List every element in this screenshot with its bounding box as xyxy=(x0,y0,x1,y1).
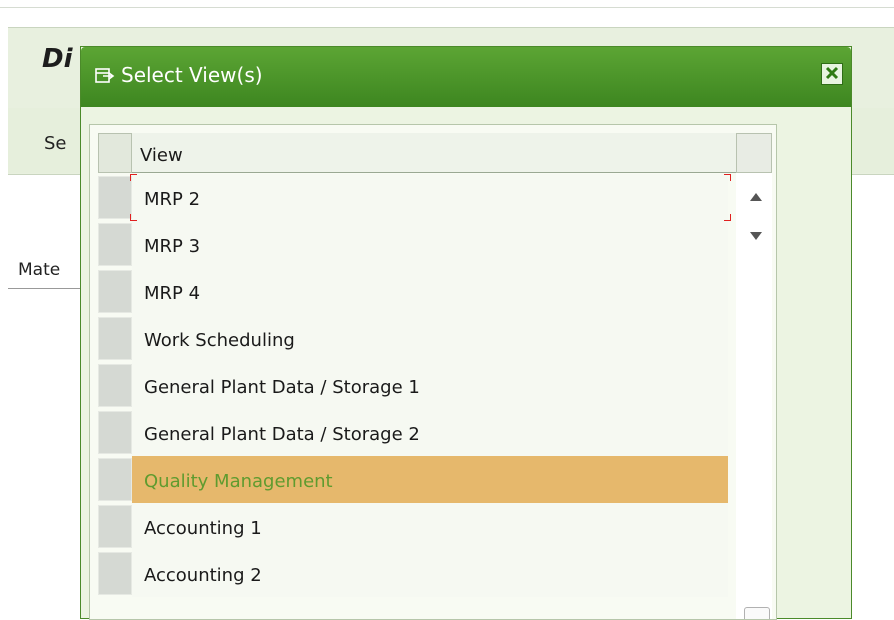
select-views-dialog: Select View(s) View MRP 2 MRP 3 MRP 4 Wo… xyxy=(80,46,852,620)
scrollbar-thumb[interactable] xyxy=(744,607,770,619)
triangle-up-icon xyxy=(750,186,762,205)
background-page-title: Di xyxy=(42,44,73,74)
background-field-underline xyxy=(8,288,88,289)
focus-corner-mark xyxy=(724,174,731,181)
focus-corner-mark xyxy=(724,214,731,221)
row-label[interactable]: Accounting 2 xyxy=(132,550,728,597)
row-label[interactable]: MRP 4 xyxy=(132,268,728,315)
row-selector[interactable] xyxy=(98,411,132,454)
focus-corner-mark xyxy=(130,174,137,181)
row-selector[interactable] xyxy=(98,505,132,548)
close-icon xyxy=(825,65,839,84)
column-settings-button[interactable] xyxy=(736,133,772,173)
row-selector[interactable] xyxy=(98,176,132,219)
row-label[interactable]: General Plant Data / Storage 1 xyxy=(132,362,728,409)
row-selector[interactable] xyxy=(98,364,132,407)
select-all-button[interactable] xyxy=(98,133,132,173)
dialog-title: Select View(s) xyxy=(121,63,263,87)
focus-corner-mark xyxy=(130,214,137,221)
column-header-view[interactable]: View xyxy=(132,133,736,173)
table-row[interactable]: MRP 2 xyxy=(90,174,776,221)
top-divider xyxy=(0,7,894,8)
table-row[interactable]: MRP 4 xyxy=(90,268,776,315)
dialog-titlebar[interactable]: Select View(s) xyxy=(81,47,851,107)
row-label[interactable]: Quality Management xyxy=(132,456,728,503)
row-selector[interactable] xyxy=(98,458,132,501)
row-selector[interactable] xyxy=(98,270,132,313)
row-label[interactable]: Work Scheduling xyxy=(132,315,728,362)
row-label[interactable]: MRP 3 xyxy=(132,221,728,268)
row-label[interactable]: General Plant Data / Storage 2 xyxy=(132,409,728,456)
row-selector[interactable] xyxy=(98,223,132,266)
background-field-label: Mate xyxy=(18,260,61,280)
triangle-down-icon xyxy=(750,225,762,244)
views-table: View MRP 2 MRP 3 MRP 4 Work Scheduling G… xyxy=(89,124,777,620)
table-row[interactable]: Quality Management xyxy=(90,456,776,503)
table-row[interactable]: Accounting 2 xyxy=(90,550,776,597)
row-label[interactable]: MRP 2 xyxy=(132,174,728,221)
scroll-up-button[interactable] xyxy=(746,187,766,203)
select-view-icon xyxy=(95,67,115,85)
row-selector[interactable] xyxy=(98,552,132,595)
row-label[interactable]: Accounting 1 xyxy=(132,503,728,550)
table-row[interactable]: Work Scheduling xyxy=(90,315,776,362)
scroll-down-button[interactable] xyxy=(746,226,766,242)
table-row[interactable]: MRP 3 xyxy=(90,221,776,268)
row-selector[interactable] xyxy=(98,317,132,360)
background-toolbar-button[interactable]: Se xyxy=(44,133,67,154)
table-row[interactable]: General Plant Data / Storage 1 xyxy=(90,362,776,409)
table-row[interactable]: Accounting 1 xyxy=(90,503,776,550)
table-row[interactable]: General Plant Data / Storage 2 xyxy=(90,409,776,456)
close-button[interactable] xyxy=(821,63,843,85)
